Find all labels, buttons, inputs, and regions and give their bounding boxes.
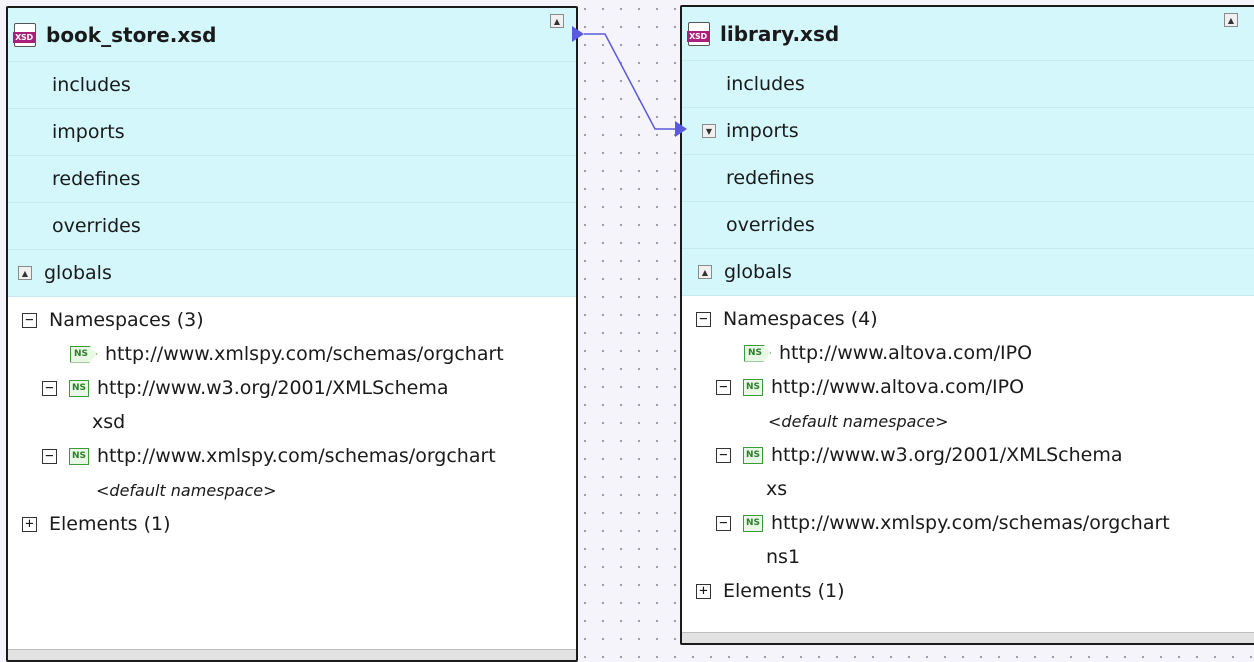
section-globals[interactable]: ▲ globals: [682, 249, 1254, 296]
collapse-toggle[interactable]: −: [716, 447, 731, 463]
namespaces-node[interactable]: − Namespaces (4): [682, 302, 1254, 336]
globals-expand-button[interactable]: ▲: [698, 265, 712, 279]
namespace-uri: http://www.xmlspy.com/schemas/orgchart: [771, 512, 1170, 534]
namespace-item[interactable]: − NS http://www.w3.org/2001/XMLSchema: [8, 371, 576, 405]
namespace-target-icon: NS: [70, 345, 97, 363]
namespace-uri: http://www.w3.org/2001/XMLSchema: [771, 444, 1123, 466]
collapse-toggle[interactable]: −: [42, 380, 57, 396]
section-globals[interactable]: ▲ globals: [8, 250, 576, 297]
import-input-port-icon[interactable]: [675, 121, 687, 137]
namespace-prefix: xs: [766, 478, 788, 500]
namespace-item[interactable]: − NS http://www.altova.com/IPO: [682, 370, 1254, 404]
namespace-tree: − Namespaces (3) NS http://www.xmlspy.co…: [8, 297, 576, 541]
collapse-toggle[interactable]: −: [696, 311, 711, 327]
section-includes[interactable]: includes: [8, 62, 576, 109]
globals-label: globals: [44, 262, 112, 284]
namespace-prefix: xsd: [92, 411, 126, 433]
namespace-uri: http://www.xmlspy.com/schemas/orgchart: [97, 445, 496, 467]
globals-label: globals: [724, 261, 792, 283]
elements-header: Elements (1): [723, 580, 845, 602]
namespace-icon: NS: [69, 447, 89, 465]
elements-node[interactable]: + Elements (1): [682, 574, 1254, 608]
schema-title: library.xsd: [720, 21, 840, 46]
namespaces-node[interactable]: − Namespaces (3): [8, 303, 576, 337]
collapse-box-button[interactable]: ▲: [550, 14, 564, 28]
collapse-box-button[interactable]: ▲: [1224, 13, 1238, 27]
collapse-toggle[interactable]: −: [42, 448, 57, 464]
expand-toggle[interactable]: +: [696, 583, 711, 599]
namespace-icon: NS: [69, 379, 89, 397]
import-output-port-icon[interactable]: [572, 26, 584, 42]
collapse-toggle[interactable]: −: [716, 379, 731, 395]
namespace-item[interactable]: − NS http://www.xmlspy.com/schemas/orgch…: [8, 439, 576, 473]
section-imports[interactable]: ▼ imports: [682, 108, 1254, 155]
namespace-tree: − Namespaces (4) NS http://www.altova.co…: [682, 296, 1254, 608]
section-overrides[interactable]: overrides: [682, 202, 1254, 249]
namespaces-header: Namespaces (4): [723, 308, 878, 330]
namespace-prefix: <default namespace>: [96, 480, 277, 500]
xsd-file-icon: XSD: [13, 22, 36, 47]
elements-header: Elements (1): [49, 513, 171, 535]
section-includes[interactable]: includes: [682, 61, 1254, 108]
schema-title-row[interactable]: XSD book_store.xsd ▲: [8, 8, 576, 62]
collapse-toggle[interactable]: −: [716, 515, 731, 531]
schema-box-book-store[interactable]: XSD book_store.xsd ▲ includes imports re…: [6, 6, 578, 662]
namespace-icon: NS: [743, 514, 763, 532]
section-overrides[interactable]: overrides: [8, 203, 576, 250]
namespace-item[interactable]: NS http://www.xmlspy.com/schemas/orgchar…: [8, 337, 576, 371]
section-redefines[interactable]: redefines: [682, 155, 1254, 202]
namespace-uri: http://www.altova.com/IPO: [779, 342, 1033, 364]
section-imports[interactable]: imports: [8, 109, 576, 156]
schema-header-band: XSD library.xsd ▲ includes ▼ imports red…: [682, 7, 1254, 296]
globals-expand-button[interactable]: ▲: [18, 266, 32, 280]
section-redefines[interactable]: redefines: [8, 156, 576, 203]
namespace-item[interactable]: − NS http://www.xmlspy.com/schemas/orgch…: [682, 506, 1254, 540]
namespace-icon: NS: [743, 378, 763, 396]
namespace-prefix: <default namespace>: [768, 411, 949, 431]
namespace-uri: http://www.altova.com/IPO: [771, 376, 1025, 398]
schema-box-library[interactable]: XSD library.xsd ▲ includes ▼ imports red…: [680, 5, 1254, 645]
namespace-target-icon: NS: [744, 344, 771, 362]
schema-header-band: XSD book_store.xsd ▲ includes imports re…: [8, 8, 576, 297]
elements-node[interactable]: + Elements (1): [8, 507, 576, 541]
imports-label: imports: [726, 120, 799, 142]
namespace-icon: NS: [743, 446, 763, 464]
namespace-uri: http://www.w3.org/2001/XMLSchema: [97, 377, 449, 399]
imports-expand-button[interactable]: ▼: [702, 124, 716, 138]
schema-title-row[interactable]: XSD library.xsd ▲: [682, 7, 1254, 61]
namespace-item[interactable]: NS http://www.altova.com/IPO: [682, 336, 1254, 370]
expand-toggle[interactable]: +: [22, 516, 37, 532]
namespace-prefix: ns1: [766, 546, 801, 568]
collapse-toggle[interactable]: −: [22, 312, 37, 328]
schema-title: book_store.xsd: [46, 22, 217, 47]
namespaces-header: Namespaces (3): [49, 309, 204, 331]
namespace-item[interactable]: − NS http://www.w3.org/2001/XMLSchema: [682, 438, 1254, 472]
horizontal-scrollbar[interactable]: [682, 632, 1254, 643]
namespace-uri: http://www.xmlspy.com/schemas/orgchart: [105, 343, 504, 365]
xsd-file-icon: XSD: [687, 21, 710, 46]
